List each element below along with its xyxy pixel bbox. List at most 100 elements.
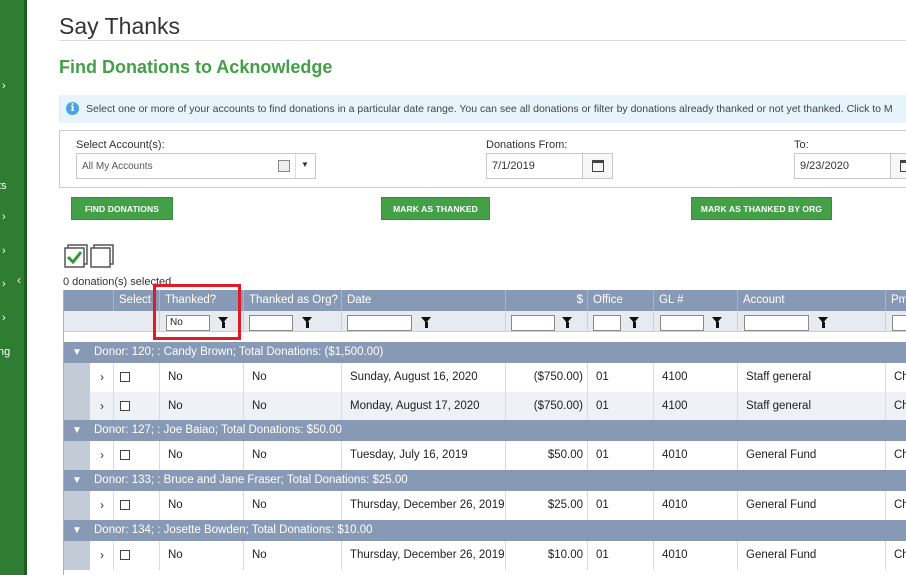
filter-cell-amount (505, 311, 587, 332)
donations-to-field[interactable]: 9/23/2020 (794, 153, 906, 179)
cell-account: General Fund (737, 441, 885, 470)
mark-as-thanked-button[interactable]: MARK AS THANKED (381, 197, 490, 220)
from-date-picker-button[interactable] (582, 154, 612, 178)
divider (295, 154, 296, 178)
donor-group-header[interactable]: ▼ Donor: 127; : Joe Baiao; Total Donation… (64, 420, 906, 441)
row-indent (64, 363, 90, 392)
cell-thanked: No (159, 363, 243, 392)
cell-account: Staff general (737, 392, 885, 421)
collapse-group-icon[interactable]: ▼ (72, 470, 82, 491)
cell-select (113, 441, 159, 470)
column-header-amount[interactable]: $ (505, 290, 587, 311)
filter-icon[interactable] (629, 317, 639, 328)
nav-expand-icon[interactable]: › (2, 312, 6, 324)
cell-amount: ($750.00) (505, 392, 587, 421)
filter-cell-gl (653, 311, 737, 332)
nav-expand-icon[interactable]: › (2, 278, 6, 290)
filter-icon[interactable] (302, 317, 312, 328)
chevron-down-icon[interactable]: ▼ (301, 160, 309, 169)
column-header-office[interactable]: Office (587, 290, 653, 311)
expand-row-icon[interactable]: › (90, 441, 114, 470)
deselect-all-icon[interactable] (90, 244, 114, 268)
cell-amount: $50.00 (505, 441, 587, 470)
collapse-sidebar-icon[interactable]: ‹ (17, 273, 21, 287)
select-all-icon[interactable] (64, 244, 88, 268)
expand-row-icon[interactable]: › (90, 541, 114, 570)
expand-row-icon[interactable]: › (90, 392, 114, 421)
cell-account: General Fund (737, 491, 885, 520)
donor-group-header[interactable]: ▼ Donor: 134; : Josette Bowden; Total Don… (64, 520, 906, 541)
column-header-gl[interactable]: GL # (653, 290, 737, 311)
donations-from-field[interactable]: 7/1/2019 (486, 153, 613, 179)
donation-row[interactable]: › No No Thursday, December 26, 2019 $10.00 01… (64, 541, 906, 570)
filter-icon[interactable] (562, 317, 572, 328)
expand-row-icon[interactable]: › (90, 491, 114, 520)
office-filter-input[interactable] (593, 315, 621, 331)
find-donations-button[interactable]: FIND DONATIONS (71, 197, 173, 220)
calendar-icon (900, 160, 906, 172)
row-select-checkbox[interactable] (120, 500, 130, 510)
expand-row-icon[interactable]: › (90, 363, 114, 392)
cell-gl: 4010 (653, 541, 737, 570)
thanked-as-org-filter-input[interactable] (249, 315, 293, 331)
to-date-picker-button[interactable] (890, 154, 906, 178)
filter-icon[interactable] (818, 317, 828, 328)
cell-amount: $25.00 (505, 491, 587, 520)
account-select-value: All My Accounts (82, 161, 153, 172)
nav-expand-icon[interactable]: › (2, 211, 6, 223)
donor-group-label: Donor: 133; : Bruce and Jane Fraser; Tot… (94, 474, 408, 486)
highlight-box (153, 284, 241, 340)
cell-amount: ($750.00) (505, 363, 587, 392)
donation-row[interactable]: › No No Monday, August 17, 2020 ($750.00) 01 4… (64, 392, 906, 421)
info-icon: i (66, 102, 79, 115)
cell-select (113, 363, 159, 392)
pm-filter-input[interactable] (892, 315, 906, 331)
donation-row[interactable]: › No No Tuesday, July 16, 2019 $50.00 01 4010 G… (64, 441, 906, 470)
donor-group-label: Donor: 120; : Candy Brown; Total Donatio… (94, 346, 384, 358)
account-list-icon (278, 160, 290, 172)
filter-cell-thanked-as-org (243, 311, 341, 332)
row-indent (64, 441, 90, 470)
cell-select (113, 541, 159, 570)
date-filter-input[interactable] (347, 315, 412, 331)
donor-group-header[interactable]: ▼ Donor: 120; : Candy Brown; Total Donati… (64, 342, 906, 363)
account-select[interactable]: All My Accounts ▼ (76, 153, 316, 179)
filter-cell-office (587, 311, 653, 332)
donation-row[interactable]: › No No Sunday, August 16, 2020 ($750.00) 01 4… (64, 363, 906, 392)
cell-gl: 4100 (653, 363, 737, 392)
cell-thanked-as-org: No (243, 441, 341, 470)
collapse-group-icon[interactable]: ▼ (72, 342, 82, 363)
cell-thanked-as-org: No (243, 392, 341, 421)
collapse-group-icon[interactable]: ▼ (72, 520, 82, 541)
mark-as-thanked-by-org-button[interactable]: MARK AS THANKED BY ORG (691, 197, 832, 220)
amount-filter-input[interactable] (511, 315, 555, 331)
account-filter-input[interactable] (744, 315, 809, 331)
cell-thanked: No (159, 541, 243, 570)
cell-gl: 4010 (653, 441, 737, 470)
page-title: Say Thanks (59, 13, 181, 39)
collapse-group-icon[interactable]: ▼ (72, 420, 82, 441)
column-header-thanked-as-org[interactable]: Thanked as Org? (243, 290, 341, 311)
filter-icon[interactable] (712, 317, 722, 328)
row-select-checkbox[interactable] (120, 550, 130, 560)
row-select-checkbox[interactable] (120, 401, 130, 411)
gl-filter-input[interactable] (660, 315, 704, 331)
nav-item-label[interactable]: ng (0, 346, 10, 358)
row-select-checkbox[interactable] (120, 450, 130, 460)
column-header-account[interactable]: Account (737, 290, 885, 311)
cell-date: Tuesday, July 16, 2019 (341, 441, 505, 470)
donation-row[interactable]: › No No Thursday, December 26, 2019 $25.00 01… (64, 491, 906, 520)
filter-cell-pm (885, 311, 906, 332)
nav-item-label[interactable]: ts (0, 180, 7, 192)
column-header-pm[interactable]: Pm (885, 290, 906, 311)
cell-select (113, 491, 159, 520)
donor-group-header[interactable]: ▼ Donor: 133; : Bruce and Jane Fraser; To… (64, 470, 906, 491)
nav-expand-icon[interactable]: › (2, 80, 6, 92)
filter-icon[interactable] (421, 317, 431, 328)
nav-expand-icon[interactable]: › (2, 245, 6, 257)
cell-select (113, 392, 159, 421)
cell-account: General Fund (737, 541, 885, 570)
cell-gl: 4100 (653, 392, 737, 421)
row-select-checkbox[interactable] (120, 372, 130, 382)
column-header-date[interactable]: Date (341, 290, 505, 311)
